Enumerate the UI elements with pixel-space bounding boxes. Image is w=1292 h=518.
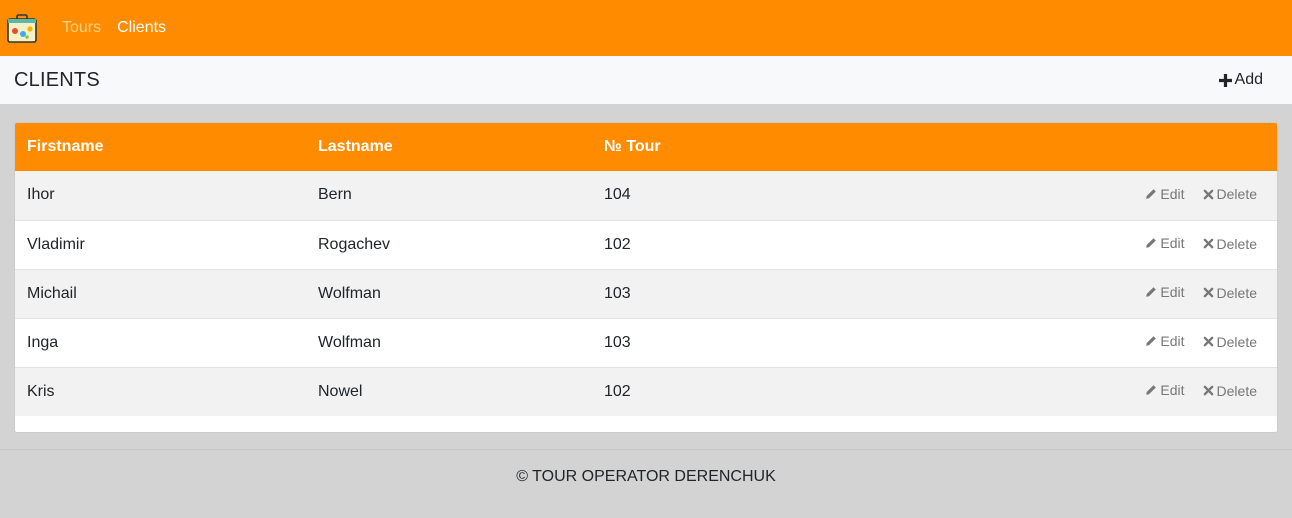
cell-tour-number: 103 [592,268,839,318]
cell-firstname: Ihor [15,171,306,220]
table-row: Kris Nowel 102 Edit Delete [15,366,1277,416]
clients-table: Firstname Lastname № Tour Ihor Bern 104 Edi… [15,123,1277,416]
page-title: CLIENTS [14,68,100,91]
column-header-tour-number: № Tour [592,123,839,171]
cell-firstname: Inga [15,317,306,367]
edit-button[interactable]: Edit [1145,284,1185,300]
delete-button[interactable]: Delete [1203,334,1257,350]
cell-lastname: Wolfman [306,268,592,318]
add-client-button[interactable]: Add [1218,71,1263,89]
suitcase-logo-icon[interactable] [6,12,38,44]
edit-label: Edit [1160,382,1185,399]
cell-firstname: Vladimir [15,219,306,269]
cell-lastname: Bern [306,171,592,220]
cell-tour-number: 103 [592,317,839,367]
edit-label: Edit [1160,284,1185,300]
page-header: CLIENTS Add [0,56,1292,104]
times-icon [1203,287,1217,298]
cell-actions: Edit Delete [838,366,1277,416]
times-icon [1203,336,1217,347]
delete-button[interactable]: Delete [1203,186,1257,202]
cell-lastname: Rogachev [306,219,592,269]
edit-button[interactable]: Edit [1145,382,1185,399]
cell-actions: Edit Delete [838,317,1277,367]
cell-actions: Edit Delete [838,171,1277,220]
times-icon [1203,189,1217,200]
nav-link-clients[interactable]: Clients [117,19,166,37]
cell-actions: Edit Delete [838,219,1277,269]
column-header-actions [838,123,1277,171]
times-icon [1203,385,1217,396]
table-row: Inga Wolfman 103 Edit Delete [15,317,1277,367]
footer-copyright: © TOUR OPERATOR DERENCHUK [516,468,776,485]
cell-firstname: Kris [15,366,306,416]
clients-card: Firstname Lastname № Tour Ihor Bern 104 Edi… [14,122,1278,433]
cell-firstname: Michail [15,268,306,318]
pencil-icon [1145,188,1160,200]
table-header-row: Firstname Lastname № Tour [15,123,1277,171]
edit-label: Edit [1160,333,1185,349]
cell-tour-number: 102 [592,366,839,416]
table-row: Vladimir Rogachev 102 Edit Delete [15,219,1277,269]
times-icon [1203,238,1217,249]
main-content: Firstname Lastname № Tour Ihor Bern 104 Edi… [0,104,1292,433]
column-header-firstname: Firstname [15,123,306,171]
edit-button[interactable]: Edit [1145,235,1185,251]
footer: © TOUR OPERATOR DERENCHUK [0,449,1292,518]
top-navbar: Tours Clients [0,0,1292,56]
delete-label: Delete [1216,235,1257,252]
table-row: Michail Wolfman 103 Edit Delete [15,268,1277,318]
cell-tour-number: 102 [592,219,839,269]
delete-button[interactable]: Delete [1203,236,1257,252]
cell-lastname: Nowel [306,366,592,416]
pencil-icon [1145,384,1160,396]
pencil-icon [1145,237,1160,249]
edit-label: Edit [1160,235,1185,251]
edit-label: Edit [1160,185,1185,202]
table-row: Ihor Bern 104 Edit Delete [15,171,1277,220]
delete-button[interactable]: Delete [1203,285,1257,301]
delete-label: Delete [1216,284,1257,301]
delete-button[interactable]: Delete [1203,383,1257,399]
cell-tour-number: 104 [592,171,839,220]
cell-actions: Edit Delete [838,268,1277,318]
edit-button[interactable]: Edit [1145,333,1185,349]
plus-icon [1218,73,1232,87]
delete-label: Delete [1216,333,1257,350]
pencil-icon [1145,335,1160,347]
delete-label: Delete [1216,186,1257,203]
nav-link-tours[interactable]: Tours [62,19,101,37]
delete-label: Delete [1216,382,1257,399]
edit-button[interactable]: Edit [1145,185,1185,202]
pencil-icon [1145,286,1160,298]
column-header-lastname: Lastname [306,123,592,171]
add-button-label: Add [1234,71,1263,88]
cell-lastname: Wolfman [306,317,592,367]
